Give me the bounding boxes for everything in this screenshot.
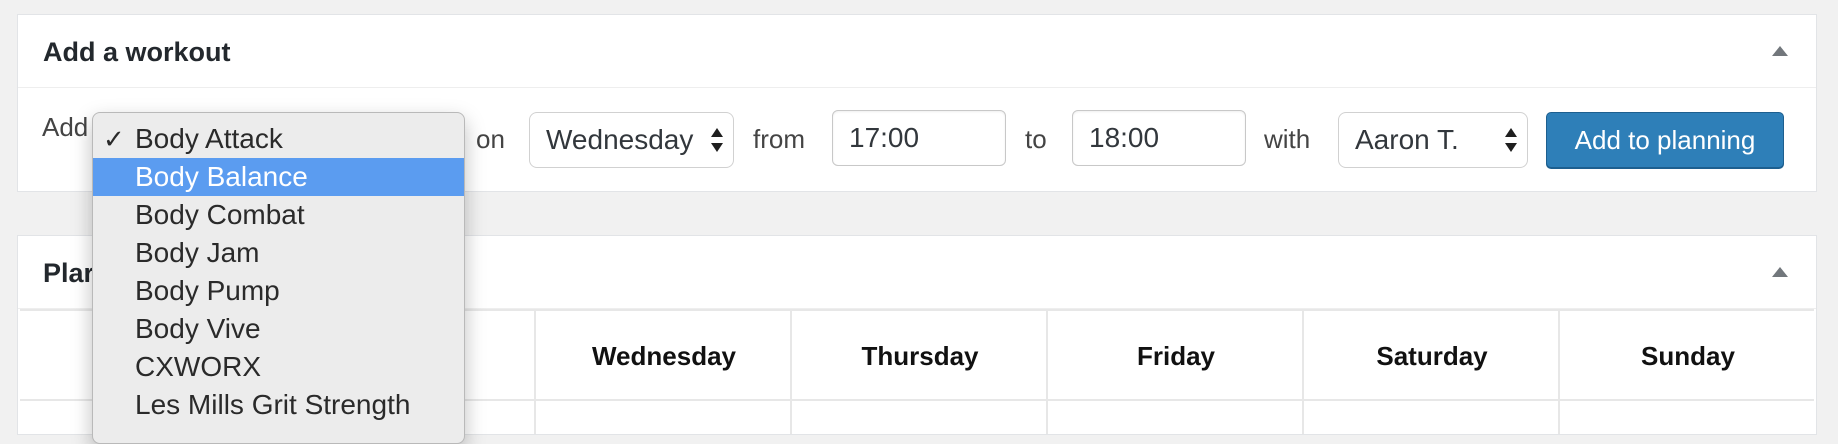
column-sunday: Sunday [1558,311,1816,434]
collapse-arrow-icon[interactable] [1772,267,1788,277]
select-arrows-icon [711,128,723,152]
day-select-value: Wednesday [546,124,694,155]
from-label: from [753,124,805,154]
day-header: Saturday [1376,341,1488,371]
add-label: Add [42,112,89,142]
with-label: with [1264,124,1311,154]
day-header: Wednesday [591,341,736,371]
day-header: Sunday [1641,341,1735,371]
column-thursday: Thursday [790,311,1048,434]
day-header: Thursday [861,341,979,371]
workout-dropdown-menu[interactable]: ✓ Body Attack Body Balance Body Combat B… [92,112,465,444]
workout-option-label: Body Attack [135,123,283,154]
workout-option[interactable]: Body Combat [93,196,464,234]
workout-option[interactable]: Les Mills Grit Strength [93,386,464,424]
workout-option-highlighted[interactable]: Body Balance [93,158,464,196]
on-label: on [476,124,505,154]
to-label: to [1025,124,1047,154]
select-arrows-icon [1505,128,1517,152]
column-friday: Friday [1046,311,1304,434]
workout-option-label: Body Balance [135,161,308,192]
workout-option[interactable]: Body Jam [93,234,464,272]
workout-option-label: Les Mills Grit Strength [135,389,411,420]
workout-option[interactable]: CXWORX [93,348,464,386]
day-select[interactable]: Wednesday [529,112,734,168]
day-header: Friday [1136,341,1216,371]
checkmark-icon: ✓ [103,124,125,154]
add-workout-header: Add a workout [18,15,1816,88]
trainer-select[interactable]: Aaron T. [1338,112,1528,168]
add-to-planning-button[interactable]: Add to planning [1546,112,1784,168]
workout-option[interactable]: Body Vive [93,310,464,348]
workout-option[interactable]: ✓ Body Attack [93,120,464,158]
to-time-input[interactable]: 18:00 [1072,110,1246,166]
workout-option[interactable]: Body Pump [93,272,464,310]
column-saturday: Saturday [1302,311,1560,434]
column-wednesday: Wednesday [534,311,792,434]
from-time-input[interactable]: 17:00 [832,110,1006,166]
workout-option-label: Body Jam [135,237,260,268]
collapse-arrow-icon[interactable] [1772,46,1788,56]
workout-option-label: Body Pump [135,275,280,306]
workout-option-label: CXWORX [135,351,261,382]
add-workout-title: Add a workout [43,37,231,67]
trainer-select-value: Aaron T. [1355,124,1459,155]
workout-option-label: Body Combat [135,199,305,230]
planning-title: Plar [43,258,95,288]
workout-option-label: Body Vive [135,313,261,344]
